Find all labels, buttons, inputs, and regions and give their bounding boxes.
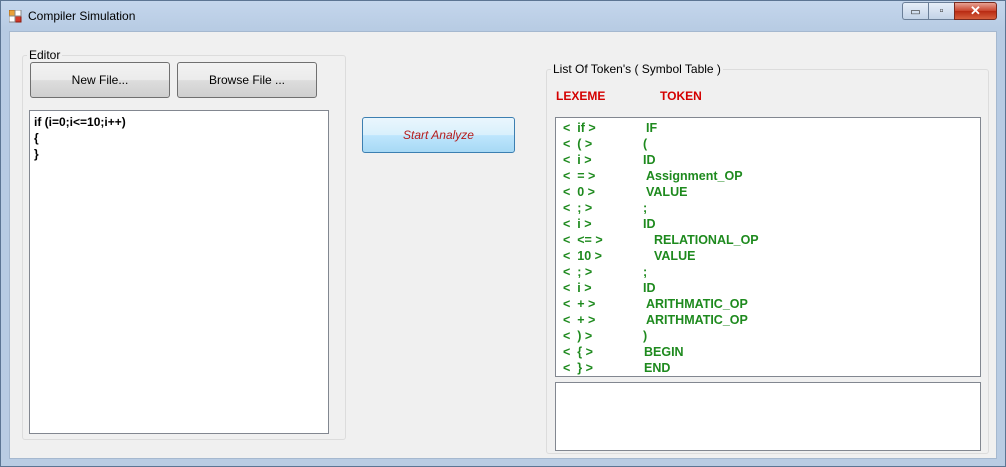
token-row-token: ; <box>643 201 648 215</box>
token-row-lexeme: < i > <box>563 217 592 231</box>
app-icon <box>9 10 22 23</box>
close-icon: ✕ <box>970 3 981 18</box>
app-window: Compiler Simulation ▭ ▫ ✕ Editor New Fil… <box>0 0 1006 467</box>
token-row-lexeme: < ; > <box>563 201 593 215</box>
token-row-token: Assignment_OP <box>646 169 743 183</box>
token-row-token: VALUE <box>646 185 688 199</box>
token-row-lexeme: < = > <box>563 169 596 183</box>
code-editor[interactable]: if (i=0;i<=10;i++) { } <box>29 110 329 434</box>
token-row-token: END <box>644 361 671 375</box>
token-row-token: ; <box>643 265 648 279</box>
token-row[interactable]: < if > IF <box>556 120 980 136</box>
browse-file-button[interactable]: Browse File ... <box>177 62 317 98</box>
token-row[interactable]: < 0 > VALUE <box>556 184 980 200</box>
token-row[interactable]: < ) >) <box>556 328 980 344</box>
token-row-lexeme: < ) > <box>563 329 593 343</box>
token-row-lexeme: < ( > <box>563 137 593 151</box>
start-analyze-button[interactable]: Start Analyze <box>362 117 515 153</box>
token-row[interactable]: < + > ARITHMATIC_OP <box>556 296 980 312</box>
token-row[interactable]: < ; >; <box>556 200 980 216</box>
maximize-icon: ▫ <box>939 5 944 17</box>
lexeme-header: LEXEME <box>556 89 606 103</box>
token-list[interactable]: < if > IF < ( >(< i > ID < = > Assignment_OP <… <box>555 117 981 377</box>
title-bar[interactable]: Compiler Simulation ▭ ▫ ✕ <box>1 1 1005 31</box>
token-row-lexeme: < { > <box>563 345 593 359</box>
token-row[interactable]: < { > BEGIN <box>556 344 980 360</box>
token-row[interactable]: < = > Assignment_OP <box>556 168 980 184</box>
token-header: TOKEN <box>660 89 702 103</box>
token-row-token: ID <box>643 217 656 231</box>
token-row-lexeme: < } > <box>563 361 593 375</box>
token-row-token: BEGIN <box>644 345 684 359</box>
minimize-icon: ▭ <box>910 5 921 18</box>
token-row-lexeme: < if > <box>563 121 596 135</box>
new-file-button[interactable]: New File... <box>30 62 170 98</box>
token-row-token: VALUE <box>654 249 696 263</box>
token-row[interactable]: < + > ARITHMATIC_OP <box>556 312 980 328</box>
token-row-token: ARITHMATIC_OP <box>646 297 748 311</box>
token-row[interactable]: < i > ID <box>556 280 980 296</box>
token-row[interactable]: < ( > ( <box>556 136 980 152</box>
token-row-token: ID <box>643 153 656 167</box>
window-controls: ▭ ▫ ✕ <box>902 2 997 21</box>
token-row-lexeme: < i > <box>563 153 592 167</box>
token-row-lexeme: < i > <box>563 281 592 295</box>
token-row-lexeme: < 10 > <box>563 249 602 263</box>
client-area: Editor New File... Browse File ... if (i… <box>9 31 997 459</box>
minimize-button[interactable]: ▭ <box>902 2 928 20</box>
close-button[interactable]: ✕ <box>954 2 997 20</box>
token-row[interactable]: < 10 > VALUE <box>556 248 980 264</box>
token-row-lexeme: < + > <box>563 297 596 311</box>
token-row[interactable]: < i > ID <box>556 216 980 232</box>
symbol-table-group-label: List Of Token's ( Symbol Table ) <box>553 62 721 76</box>
token-row[interactable]: < <= > RELATIONAL_OP <box>556 232 980 248</box>
token-row-token: ID <box>643 281 656 295</box>
token-row-lexeme: < ; > <box>563 265 593 279</box>
token-row[interactable]: < i > ID <box>556 152 980 168</box>
token-row-lexeme: < <= > <box>563 233 603 247</box>
token-row-token: ARITHMATIC_OP <box>646 313 748 327</box>
token-row-lexeme: < + > <box>563 313 596 327</box>
token-row[interactable]: < ; >; <box>556 264 980 280</box>
token-row-token: IF <box>646 121 658 135</box>
window-title: Compiler Simulation <box>28 9 136 23</box>
token-row-token: ) <box>643 329 648 343</box>
token-row-token: RELATIONAL_OP <box>654 233 759 247</box>
token-row-lexeme: < 0 > <box>563 185 595 199</box>
output-textbox[interactable] <box>555 382 981 451</box>
editor-group-label: Editor <box>29 48 61 62</box>
token-row-token: ( <box>643 137 648 151</box>
maximize-button[interactable]: ▫ <box>928 2 954 20</box>
token-row[interactable]: < } > END <box>556 360 980 376</box>
